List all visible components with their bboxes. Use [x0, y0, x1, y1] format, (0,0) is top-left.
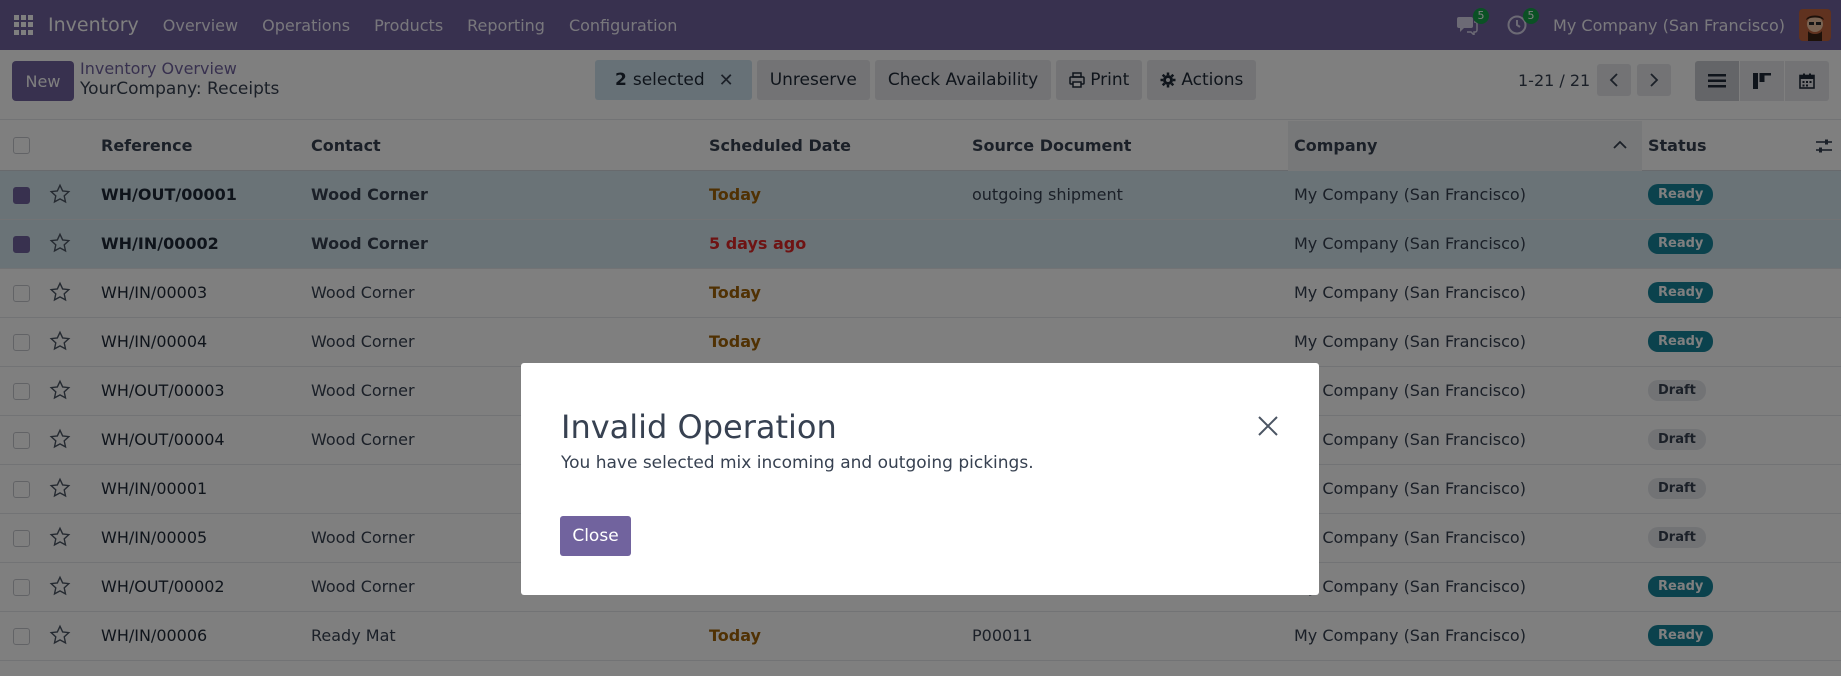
close-button[interactable]: Close — [560, 516, 631, 556]
dialog-message: You have selected mix incoming and outgo… — [561, 453, 1034, 473]
close-icon[interactable] — [1257, 415, 1279, 437]
dialog-title: Invalid Operation — [561, 408, 837, 446]
invalid-operation-dialog: Invalid Operation You have selected mix … — [521, 363, 1319, 595]
